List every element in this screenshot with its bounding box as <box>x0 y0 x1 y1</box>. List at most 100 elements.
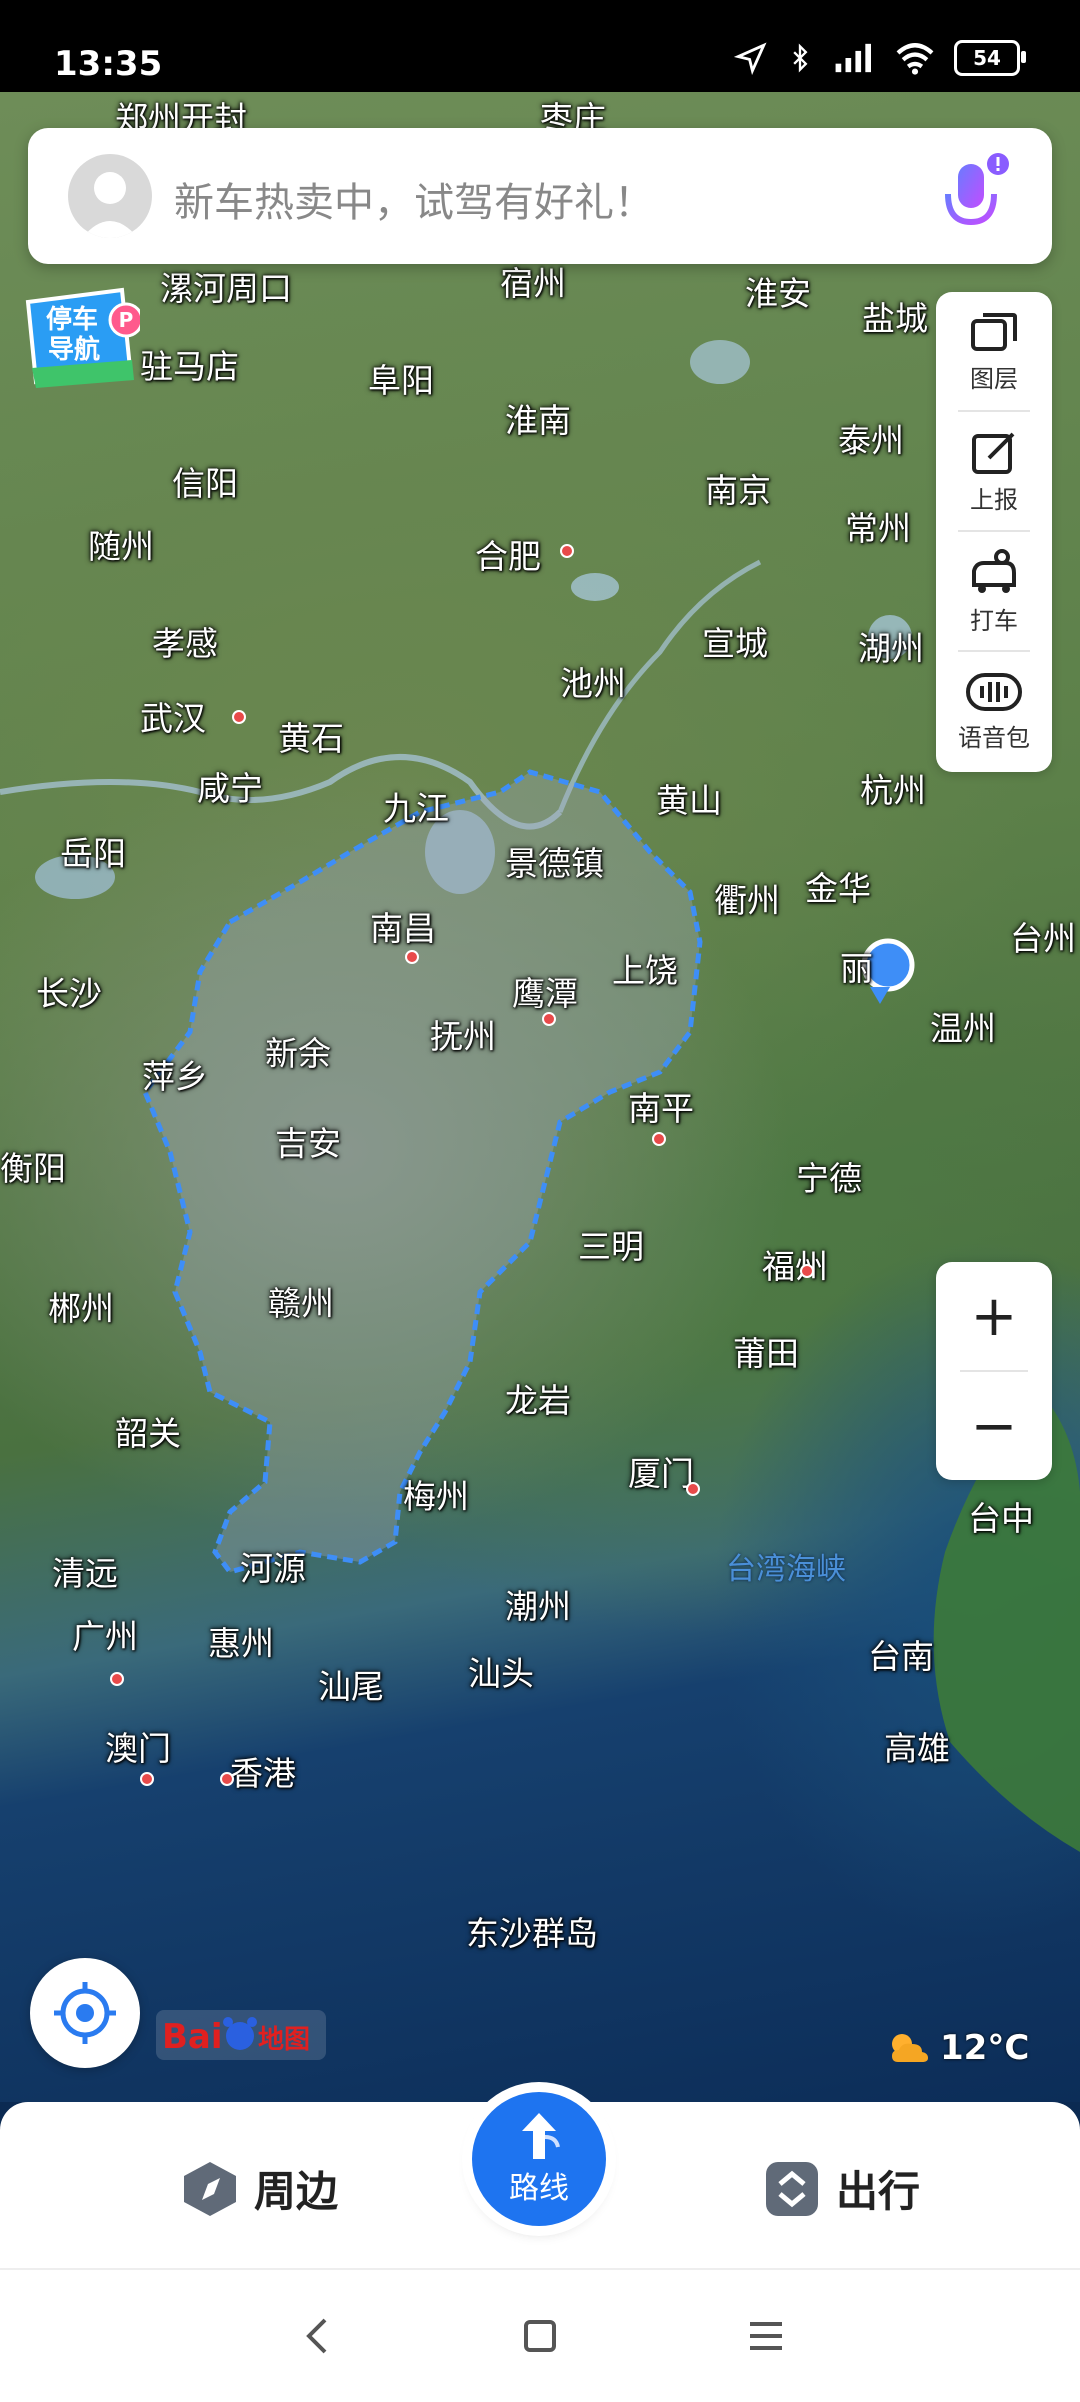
sea-label: 台湾海峡 <box>726 1552 846 1587</box>
city-label: 鹰潭 <box>512 974 578 1013</box>
city-label: 信阳 <box>172 464 238 503</box>
city-dot <box>686 1482 700 1496</box>
voice-pack-button[interactable]: 语音包 <box>936 652 1052 772</box>
report-button[interactable]: 上报 <box>936 412 1052 532</box>
voice-search-icon[interactable] <box>936 152 1012 242</box>
city-label: 东沙群岛 <box>466 1914 598 1953</box>
layers-label: 图层 <box>970 364 1018 393</box>
city-label: 岳阳 <box>60 834 126 873</box>
report-icon <box>972 432 1015 474</box>
city-dot <box>232 710 246 724</box>
nearby-button[interactable]: 周边 <box>182 2158 338 2219</box>
locate-icon <box>54 1982 116 2044</box>
city-label: 抚州 <box>430 1017 496 1056</box>
city-label: 阜阳 <box>368 361 434 400</box>
zoom-controls: + − <box>936 1262 1052 1480</box>
home-icon[interactable] <box>516 2312 564 2360</box>
system-navigation-bar <box>0 2268 1080 2402</box>
parking-badge-line2: 导航 <box>48 334 100 365</box>
city-label: 丽 <box>840 949 873 988</box>
city-label: 长沙 <box>36 974 102 1013</box>
city-label: 湖州 <box>858 629 924 668</box>
city-label: 南昌 <box>370 909 436 948</box>
city-label: 池州 <box>560 664 626 703</box>
city-label: 郴州 <box>48 1289 114 1328</box>
city-label: 萍乡 <box>142 1057 208 1096</box>
recent-apps-icon[interactable] <box>742 2312 790 2360</box>
city-dot <box>405 950 419 964</box>
avatar[interactable] <box>68 154 152 238</box>
location-arrow-icon <box>734 42 767 75</box>
city-dot <box>110 1672 124 1686</box>
baidu-map-logo: Bai 地图 <box>156 2004 326 2073</box>
city-label: 宣城 <box>702 624 768 663</box>
battery-icon: 54 <box>954 40 1026 76</box>
city-label: 泰州 <box>838 421 904 460</box>
travel-icon <box>766 2161 818 2216</box>
city-label: 龙岩 <box>505 1381 571 1420</box>
city-dot <box>800 1264 814 1278</box>
city-label: 莆田 <box>733 1334 799 1373</box>
city-label: 吉安 <box>275 1124 341 1163</box>
voice-pack-label: 语音包 <box>958 723 1030 752</box>
city-label: 漯河周口 <box>160 269 292 308</box>
city-label: 新余 <box>265 1034 331 1073</box>
city-label: 汕头 <box>468 1654 534 1693</box>
city-label: 景德镇 <box>505 844 604 883</box>
battery-level: 54 <box>973 46 1001 70</box>
city-label: 九江 <box>383 789 449 828</box>
status-bar: 13:35 54 <box>0 0 1080 92</box>
city-label: 三明 <box>578 1227 644 1266</box>
city-label: 随州 <box>88 527 154 566</box>
city-label: 驻马店 <box>140 347 239 386</box>
voice-pack-icon <box>966 672 1022 711</box>
partly-cloudy-icon <box>892 2034 928 2062</box>
report-label: 上报 <box>970 485 1018 514</box>
city-label: 合肥 <box>475 537 541 576</box>
locate-me-button[interactable] <box>30 1958 140 2068</box>
city-dot <box>560 544 574 558</box>
city-label: 盐城 <box>862 299 928 338</box>
city-dot <box>542 1012 556 1026</box>
city-label: 温州 <box>930 1009 996 1048</box>
parking-navigation-badge[interactable]: P 停车 导航 <box>22 284 144 390</box>
taxi-button[interactable]: 打车 <box>936 532 1052 652</box>
city-label: 河源 <box>240 1549 306 1588</box>
city-label: 汕尾 <box>318 1667 384 1706</box>
city-label: 宿州 <box>500 264 566 303</box>
city-label: 常州 <box>845 509 911 548</box>
search-input[interactable]: 新车热卖中，试驾有好礼！ <box>174 170 654 228</box>
search-bar[interactable]: 新车热卖中，试驾有好礼！ <box>28 128 1052 264</box>
zoom-in-button[interactable]: + <box>936 1262 1052 1370</box>
weather-widget[interactable]: 12°C <box>886 2028 1029 2068</box>
city-label: 福州 <box>762 1247 828 1286</box>
travel-button[interactable]: 出行 <box>764 2158 920 2219</box>
nearby-label: 周边 <box>254 2167 339 2216</box>
route-button[interactable]: 路线 <box>472 2092 606 2226</box>
city-dot <box>140 1772 154 1786</box>
city-label: 金华 <box>805 869 871 908</box>
city-label: 上饶 <box>612 951 678 990</box>
city-label: 武汉 <box>140 699 206 738</box>
back-icon[interactable] <box>295 2312 343 2360</box>
city-label: 黄山 <box>656 781 722 820</box>
city-label: 澳门 <box>105 1729 171 1768</box>
city-label: 台南 <box>868 1637 934 1676</box>
status-icons: 54 <box>734 40 1026 76</box>
parking-badge-line1: 停车 <box>46 304 98 335</box>
map-view[interactable]: 郑州开封 枣庄 漯河周口 宿州 淮安 盐城 驻马店 阜阳 淮南 泰州 信阳 南京… <box>0 92 1080 2102</box>
svg-text:地图: 地图 <box>258 2025 310 2055</box>
city-label: 香港 <box>230 1754 296 1793</box>
city-label: 宁德 <box>796 1159 862 1198</box>
layers-button[interactable]: 图层 <box>936 292 1052 412</box>
route-label: 路线 <box>509 2171 569 2206</box>
bluetooth-icon <box>793 43 808 73</box>
status-time: 13:35 <box>54 44 163 84</box>
zoom-out-button[interactable]: − <box>936 1372 1052 1480</box>
city-dot <box>220 1772 234 1786</box>
city-label: 台中 <box>968 1499 1034 1538</box>
city-label: 赣州 <box>268 1284 334 1323</box>
city-label: 黄石 <box>278 719 344 758</box>
wifi-icon <box>896 43 934 75</box>
layers-icon <box>971 312 1017 351</box>
